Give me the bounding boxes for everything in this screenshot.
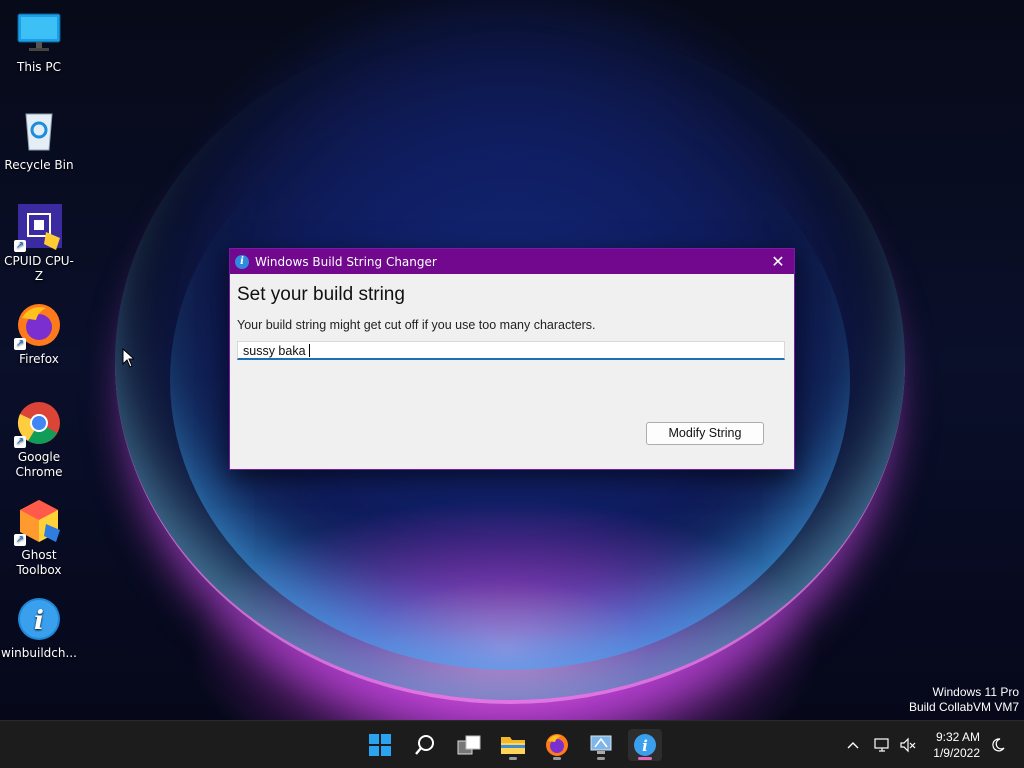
taskbar: i 9:32 AM 1/9/2022 (0, 720, 1024, 768)
desktop-icon-ghost-toolbox[interactable]: ↗ Ghost Toolbox (1, 498, 77, 578)
file-explorer-button[interactable] (496, 729, 530, 761)
chevron-up-icon (847, 742, 859, 749)
firefox-icon: ↗ (14, 302, 62, 350)
mouse-cursor-icon (122, 347, 136, 372)
modify-string-button[interactable]: Modify String (646, 422, 764, 445)
chrome-icon: ↗ (14, 400, 62, 448)
desktop-icon-label: Google Chrome (15, 450, 63, 479)
text-caret (308, 344, 310, 357)
window-title: Windows Build String Changer (255, 254, 437, 269)
cpu-z-icon: ↗ (14, 204, 62, 252)
running-indicator (553, 757, 561, 760)
desktop-icon-cpu-z[interactable]: ↗ CPUID CPU-Z (1, 204, 77, 284)
remote-desktop-icon (590, 735, 612, 754)
desktop-icon-label: Ghost Toolbox (16, 548, 62, 577)
clock[interactable]: 9:32 AM 1/9/2022 (933, 729, 980, 761)
desktop-icon-winbuildchanger[interactable]: i winbuildch... (1, 596, 77, 661)
shortcut-arrow-icon: ↗ (14, 338, 26, 350)
hint-text: Your build string might get cut off if y… (237, 318, 596, 332)
window-titlebar[interactable]: i Windows Build String Changer ✕ (230, 249, 794, 274)
search-icon (415, 735, 434, 755)
search-button[interactable] (408, 729, 442, 761)
build-string-input-value: sussy baka (243, 344, 306, 358)
info-icon: i (16, 596, 62, 642)
show-hidden-icons-button[interactable] (846, 721, 860, 768)
network-icon (874, 738, 889, 752)
network-status[interactable] (873, 721, 891, 768)
winbuildchanger-icon: i (634, 734, 656, 756)
file-explorer-icon (501, 737, 525, 754)
running-indicator (509, 757, 517, 760)
build-string-input[interactable]: sussy baka (237, 341, 785, 360)
firefox-icon (546, 734, 568, 756)
build-string-changer-window: i Windows Build String Changer ✕ Set you… (229, 248, 795, 470)
firefox-taskbar-button[interactable] (540, 729, 574, 761)
svg-text:i: i (642, 737, 648, 755)
desktop-icon-label: This PC (17, 60, 61, 74)
task-view-icon (457, 735, 481, 755)
desktop-icon-firefox[interactable]: ↗ Firefox (1, 302, 77, 367)
start-button[interactable] (363, 729, 397, 761)
watermark-edition: Windows 11 Pro (932, 685, 1019, 699)
remote-desktop-button[interactable] (584, 729, 618, 761)
desktop-icon-label: winbuildch... (1, 646, 77, 660)
svg-text:i: i (34, 606, 44, 636)
desktop-icon-this-pc[interactable]: This PC (1, 10, 77, 75)
clock-time: 9:32 AM (935, 730, 980, 744)
monitor-icon (16, 10, 62, 56)
close-button[interactable]: ✕ (762, 249, 794, 274)
running-indicator (597, 757, 605, 760)
clock-date: 1/9/2022 (933, 746, 980, 760)
desktop-icon-label: Firefox (19, 352, 59, 366)
moon-icon (992, 738, 1005, 752)
focus-assist-button[interactable] (990, 721, 1006, 768)
shortcut-arrow-icon: ↗ (14, 534, 26, 546)
app-info-icon: i (235, 254, 249, 269)
ghost-toolbox-icon: ↗ (14, 498, 62, 546)
desktop-icon-label: CPUID CPU-Z (4, 254, 74, 283)
volume-status[interactable] (899, 721, 917, 768)
desktop-icon-label: Recycle Bin (4, 158, 74, 172)
speaker-muted-icon (900, 737, 916, 753)
task-view-button[interactable] (452, 729, 486, 761)
page-title: Set your build string (237, 284, 405, 305)
start-icon (369, 734, 391, 756)
recycle-bin-icon (16, 108, 62, 154)
shortcut-arrow-icon: ↗ (14, 240, 26, 252)
desktop-icon-recycle-bin[interactable]: Recycle Bin (1, 108, 77, 173)
active-indicator (638, 757, 652, 760)
winbuildchanger-taskbar-button[interactable]: i (628, 729, 662, 761)
edition-watermark: Windows 11 Pro Build CollabVM VM7 (909, 685, 1019, 715)
watermark-build: Build CollabVM VM7 (908, 700, 1019, 714)
shortcut-arrow-icon: ↗ (14, 436, 26, 448)
desktop-icon-chrome[interactable]: ↗ Google Chrome (1, 400, 77, 480)
